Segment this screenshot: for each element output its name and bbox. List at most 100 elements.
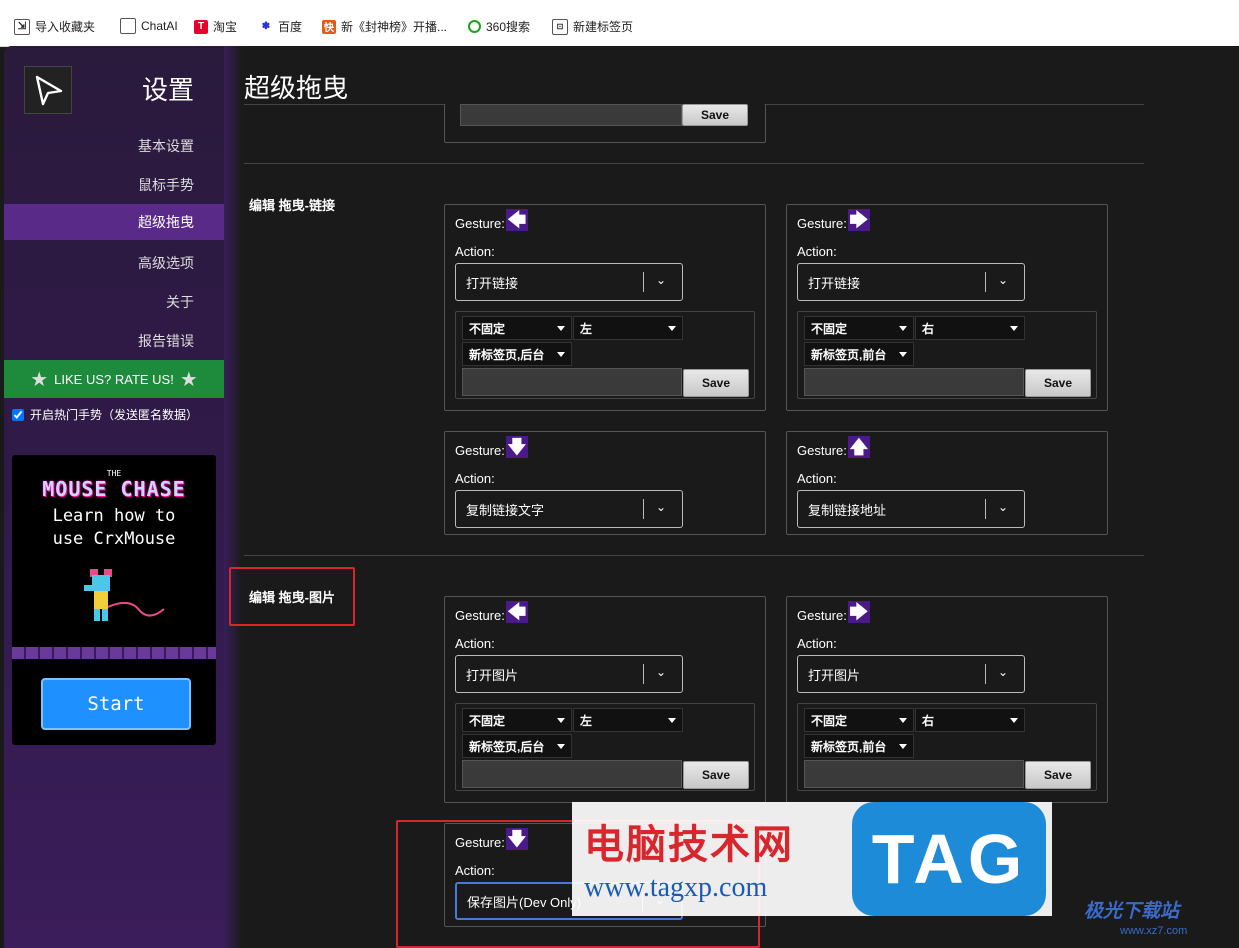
gesture-card-image-right: Gesture: 🡆 Action: 打开图片 ⌄ 不固定 右 新标签页,前台 Sa…: [786, 596, 1108, 803]
gesture-card-link-up: Gesture: 🡅 Action: 复制链接地址 ⌄: [786, 431, 1108, 535]
sidebar-edge: [224, 46, 242, 948]
tab-mode-select[interactable]: 新标签页,后台: [462, 734, 572, 758]
action-label: Action:: [455, 244, 495, 259]
action-label: Action:: [455, 471, 495, 486]
chevron-down-icon: ⌄: [998, 500, 1009, 514]
page-icon: [120, 18, 136, 34]
gesture-label: Gesture: 🡄: [455, 209, 528, 231]
sidebar: 设置 基本设置 鼠标手势 超级拖曳 高级选项 关于 报告错误 ★ LIKE US…: [4, 46, 224, 948]
gesture-label: Gesture: 🡆: [797, 209, 870, 231]
action-label: Action:: [455, 636, 495, 651]
save-button[interactable]: Save: [1025, 761, 1091, 789]
side-select[interactable]: 右: [915, 316, 1025, 340]
sidebar-item-gestures[interactable]: 鼠标手势: [4, 168, 224, 202]
star-icon: ★: [179, 368, 198, 391]
bookmark-chatai[interactable]: ChatAI: [120, 18, 178, 34]
arrow-right-icon: 🡆: [847, 601, 870, 623]
gesture-label: Gesture: 🡇: [455, 436, 528, 458]
bookmark-import[interactable]: ⇲ 导入收藏夹: [14, 18, 95, 35]
hot-gestures-toggle[interactable]: 开启热门手势（发送匿名数据）: [12, 406, 198, 423]
watermark-url: www.tagxp.com: [584, 872, 768, 903]
action-select[interactable]: 复制链接地址 ⌄: [797, 490, 1025, 528]
sidebar-item-about[interactable]: 关于: [4, 285, 224, 319]
bookmark-taobao[interactable]: T 淘宝: [194, 18, 237, 35]
position-select[interactable]: 不固定: [804, 316, 914, 340]
bookmark-fengshen[interactable]: 快新《封神榜》开播...: [322, 18, 447, 35]
chevron-down-icon: ⌄: [998, 665, 1009, 679]
gesture-card-link-right: Gesture: 🡆 Action: 打开链接 ⌄ 不固定 右 新标签页,前台 Sa…: [786, 204, 1108, 411]
promo-text: Learn how to use CrxMouse: [52, 506, 176, 549]
action-select[interactable]: 打开图片 ⌄: [455, 655, 683, 693]
cursor-logo-icon: [35, 75, 63, 106]
sidebar-item-basic[interactable]: 基本设置: [4, 129, 224, 163]
mouse-character-icon: [84, 569, 165, 621]
gesture-label: Gesture: 🡆: [797, 601, 870, 623]
options-panel: 不固定 左 新标签页,后台 Save: [455, 311, 755, 399]
crxmouse-logo: [24, 66, 72, 114]
tab-mode-select[interactable]: 新标签页,前台: [804, 342, 914, 366]
360-icon: [468, 20, 481, 33]
save-button[interactable]: Save: [683, 369, 749, 397]
bookmark-baidu[interactable]: ✽ 百度: [259, 18, 302, 35]
hot-gestures-checkbox[interactable]: [12, 408, 24, 421]
arrow-right-icon: 🡆: [847, 209, 870, 231]
bookmarks-bar: ⇲ 导入收藏夹 ChatAI T 淘宝 ✽ 百度 快新《封神榜》开播... 360搜索…: [0, 0, 1239, 47]
position-select[interactable]: 不固定: [804, 708, 914, 732]
sidebar-item-advanced[interactable]: 高级选项: [4, 246, 224, 280]
side-select[interactable]: 左: [573, 708, 683, 732]
tab-mode-select[interactable]: 新标签页,前台: [804, 734, 914, 758]
fengshen-icon: 快: [322, 19, 336, 34]
name-input[interactable]: [804, 760, 1024, 788]
star-icon: ★: [30, 368, 49, 391]
action-select[interactable]: 打开图片 ⌄: [797, 655, 1025, 693]
promo-floor: [12, 647, 216, 659]
name-input[interactable]: [804, 368, 1024, 396]
start-button[interactable]: Start: [41, 678, 191, 730]
taobao-icon: T: [194, 19, 208, 34]
gesture-card-image-left: Gesture: 🡄 Action: 打开图片 ⌄ 不固定 左 新标签页,后台 Sa…: [444, 596, 766, 803]
action-label: Action:: [797, 471, 837, 486]
chevron-down-icon: ⌄: [656, 665, 667, 679]
promo-title: MOUSE CHASE: [42, 477, 186, 501]
arrow-down-icon: 🡇: [505, 436, 528, 458]
divider: [244, 555, 1144, 556]
action-select[interactable]: 打开链接 ⌄: [797, 263, 1025, 301]
action-label: Action:: [797, 636, 837, 651]
action-select[interactable]: 复制链接文字 ⌄: [455, 490, 683, 528]
sidebar-item-report[interactable]: 报告错误: [4, 324, 224, 358]
save-button[interactable]: Save: [1025, 369, 1091, 397]
bookmark-newtab[interactable]: ⊡ 新建标签页: [552, 18, 633, 35]
baidu-icon: ✽: [261, 21, 271, 32]
import-icon: ⇲: [14, 18, 30, 35]
highlight-box: [229, 567, 355, 626]
side-select[interactable]: 左: [573, 316, 683, 340]
arrow-up-icon: 🡅: [847, 436, 870, 458]
name-input[interactable]: [462, 760, 682, 788]
name-input[interactable]: [460, 104, 682, 126]
save-button[interactable]: Save: [683, 761, 749, 789]
section-title-link: 编辑 拖曳-链接: [249, 198, 335, 213]
watermark-tag-logo: TAG: [852, 802, 1046, 916]
rate-us-button[interactable]: ★ LIKE US? RATE US! ★: [4, 360, 224, 398]
watermark-site2-url: www.xz7.com: [1120, 925, 1188, 937]
side-select[interactable]: 右: [915, 708, 1025, 732]
previous-card: Save: [444, 104, 766, 143]
chevron-down-icon: ⌄: [656, 500, 667, 514]
gesture-card-link-left: Gesture: 🡄 Action: 打开链接 ⌄ 不固定 左 新标签页,后台 Sa…: [444, 204, 766, 411]
position-select[interactable]: 不固定: [462, 708, 572, 732]
mouse-chase-promo: THE MOUSE CHASE Learn how to use CrxMous…: [12, 455, 216, 745]
position-select[interactable]: 不固定: [462, 316, 572, 340]
page-title: 超级拖曳: [244, 73, 349, 103]
options-panel: 不固定 右 新标签页,前台 Save: [797, 311, 1097, 399]
sidebar-item-super-drag[interactable]: 超级拖曳: [4, 204, 224, 240]
tab-mode-select[interactable]: 新标签页,后台: [462, 342, 572, 366]
options-panel: 不固定 右 新标签页,前台 Save: [797, 703, 1097, 791]
gesture-label: Gesture: 🡄: [455, 601, 528, 623]
name-input[interactable]: [462, 368, 682, 396]
bookmark-360[interactable]: 360搜索: [468, 18, 530, 35]
action-select[interactable]: 打开链接 ⌄: [455, 263, 683, 301]
newtab-icon: ⊡: [552, 18, 568, 35]
save-button[interactable]: Save: [682, 104, 748, 126]
gesture-label: Gesture: 🡅: [797, 436, 870, 458]
sidebar-title: 设置: [141, 75, 194, 105]
